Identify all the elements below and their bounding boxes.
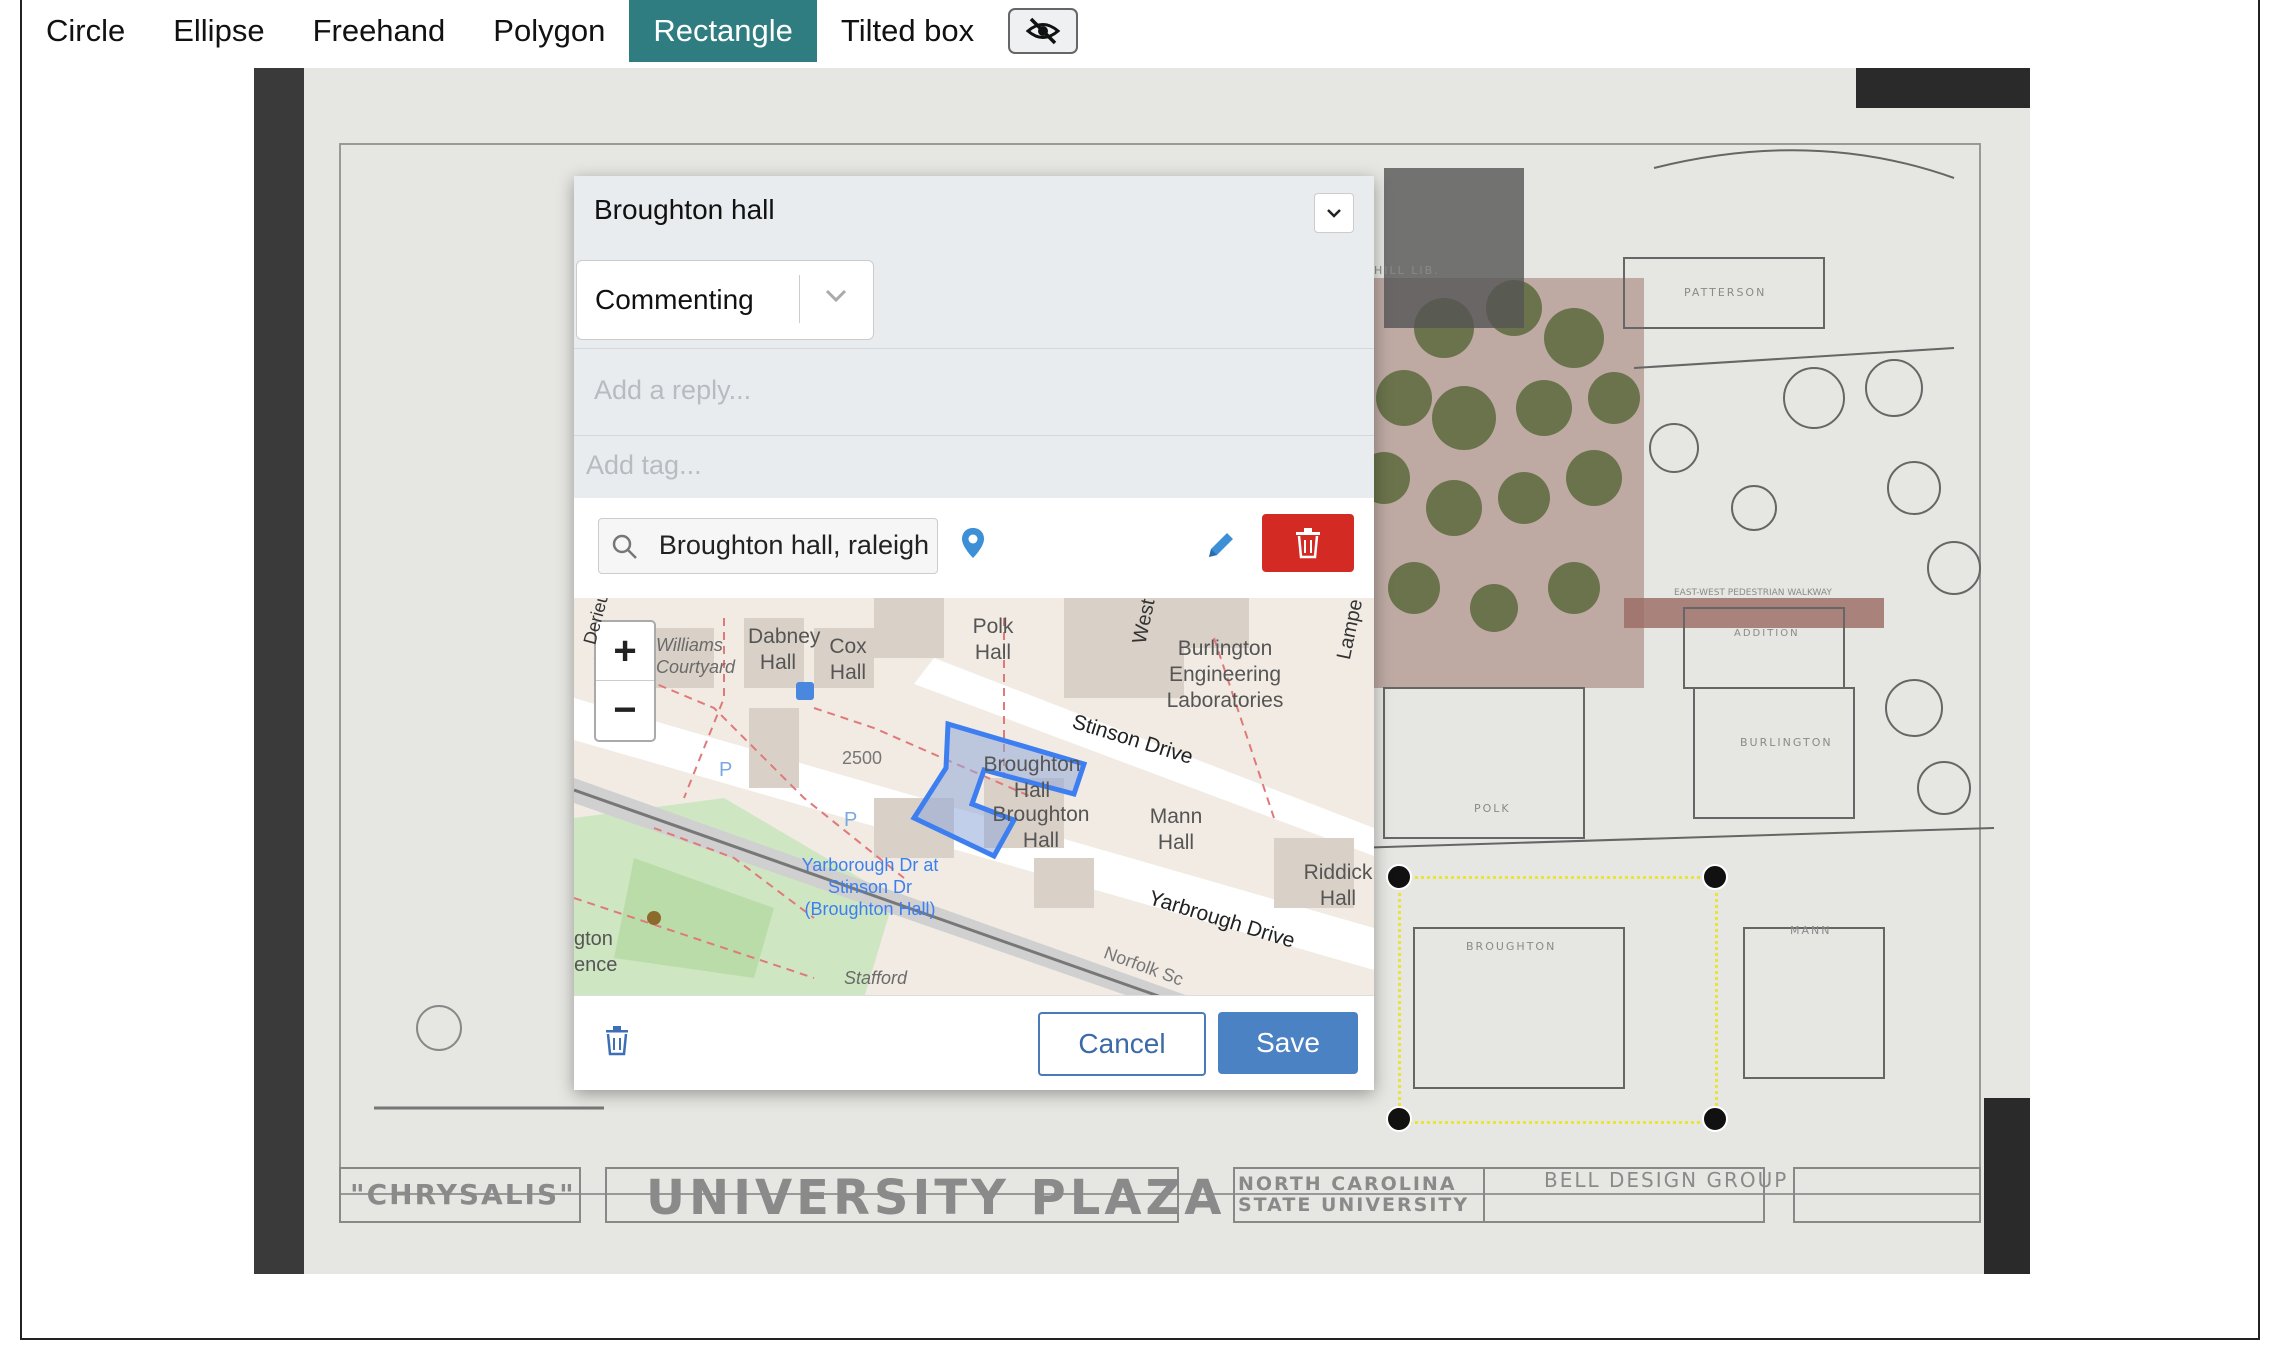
plan-walkway-label: EAST-WEST PEDESTRIAN WALKWAY bbox=[1674, 588, 1832, 598]
map-label-mann: Mann Hall bbox=[1149, 805, 1203, 854]
tool-freehand[interactable]: Freehand bbox=[289, 0, 470, 62]
purpose-row: Commenting bbox=[574, 260, 1374, 348]
delete-geotag-button[interactable] bbox=[1262, 514, 1354, 572]
geo-search-value: Broughton hall, raleigh bbox=[658, 530, 929, 560]
popup-header: Broughton hall bbox=[574, 176, 1374, 260]
popup-footer: Cancel Save bbox=[574, 995, 1374, 1090]
map-label-broughton-selected: Broughton Hall bbox=[983, 753, 1081, 802]
map-label-riddick: Riddick Hall bbox=[1303, 861, 1373, 910]
map-label-ence: ence bbox=[574, 954, 618, 976]
tool-polygon[interactable]: Polygon bbox=[469, 0, 629, 62]
map-label-cox: Cox Hall bbox=[829, 635, 867, 684]
plan-building-addition: ADDITION bbox=[1734, 628, 1800, 639]
map-label-broughton: Broughton Hall bbox=[992, 803, 1090, 852]
zoom-in-button[interactable]: + bbox=[596, 622, 654, 681]
svg-text:P: P bbox=[719, 759, 732, 781]
geotag-bar: Broughton hall, raleigh bbox=[574, 498, 1374, 598]
plan-firm: BELL DESIGN GROUP bbox=[1544, 1168, 1789, 1192]
map-label-2500: 2500 bbox=[842, 748, 883, 768]
tag-placeholder: Add tag... bbox=[586, 450, 702, 480]
map-zoom-control: + − bbox=[594, 620, 656, 742]
tag-field[interactable]: Add tag... bbox=[574, 435, 1374, 498]
plan-title-left: "CHRYSALIS" bbox=[350, 1178, 576, 1211]
resize-handle-bottom-left[interactable] bbox=[1386, 1106, 1412, 1132]
cancel-button[interactable]: Cancel bbox=[1038, 1012, 1206, 1076]
tool-ellipse[interactable]: Ellipse bbox=[149, 0, 288, 62]
purpose-select[interactable]: Commenting bbox=[576, 260, 874, 340]
resize-handle-top-right[interactable] bbox=[1702, 864, 1728, 890]
plan-building-patterson: PATTERSON bbox=[1684, 286, 1767, 299]
map-label-gton: gton bbox=[574, 928, 613, 950]
selection-rectangle[interactable] bbox=[1398, 876, 1718, 1124]
reply-placeholder: Add a reply... bbox=[594, 375, 752, 405]
map-label-williams: Williams Courtyard bbox=[656, 635, 736, 677]
plan-title-main: UNIVERSITY PLAZA bbox=[646, 1170, 1226, 1226]
plan-building-polk: POLK bbox=[1474, 802, 1511, 815]
map-label-burlington: Burlington Engineering Laboratories bbox=[1166, 637, 1284, 712]
trash-icon[interactable] bbox=[604, 1026, 630, 1056]
resize-handle-top-left[interactable] bbox=[1386, 864, 1412, 890]
zoom-out-button[interactable]: − bbox=[596, 681, 654, 739]
map-label-dabney: Dabney Hall bbox=[748, 625, 821, 674]
tool-tilted-box[interactable]: Tilted box bbox=[817, 0, 998, 62]
annotation-editor-popup: Broughton hall Commenting Add a reply...… bbox=[574, 176, 1374, 1090]
svg-text:P: P bbox=[844, 809, 857, 831]
chevron-down-icon bbox=[1327, 209, 1341, 218]
map-label-polk: Polk Hall bbox=[972, 615, 1014, 664]
reply-field[interactable]: Add a reply... bbox=[574, 348, 1374, 435]
geotag-map[interactable]: P P + − Derieu Williams Courtyard Dabney… bbox=[574, 598, 1374, 998]
chevron-down-icon bbox=[825, 289, 847, 303]
plan-building-hill-lib: HILL LIB. bbox=[1374, 264, 1440, 277]
map-pin-icon[interactable] bbox=[960, 526, 986, 560]
annotation-title: Broughton hall bbox=[594, 194, 775, 225]
save-button[interactable]: Save bbox=[1218, 1012, 1358, 1074]
geo-search-input[interactable]: Broughton hall, raleigh bbox=[598, 518, 938, 574]
tool-circle[interactable]: Circle bbox=[22, 0, 149, 62]
plan-building-mann: MANN bbox=[1790, 924, 1832, 937]
select-separator bbox=[799, 275, 800, 323]
map-label-stafford: Stafford bbox=[844, 968, 908, 988]
purpose-value: Commenting bbox=[595, 284, 754, 315]
plan-university: NORTH CAROLINA STATE UNIVERSITY bbox=[1238, 1173, 1470, 1216]
map-label-bus-stop: Yarborough Dr at Stinson Dr (Broughton H… bbox=[801, 855, 939, 919]
plan-building-burlington: BURLINGTON bbox=[1740, 736, 1833, 749]
search-icon bbox=[612, 534, 637, 559]
toggle-visibility-button[interactable] bbox=[1008, 8, 1079, 54]
shape-toolbar: Circle Ellipse Freehand Polygon Rectangl… bbox=[22, 0, 1079, 62]
collapse-button[interactable] bbox=[1314, 193, 1354, 233]
pencil-icon[interactable] bbox=[1204, 528, 1238, 562]
tool-rectangle[interactable]: Rectangle bbox=[629, 0, 817, 62]
trash-icon bbox=[1296, 528, 1320, 559]
resize-handle-bottom-right[interactable] bbox=[1702, 1106, 1728, 1132]
eye-slash-icon bbox=[1025, 17, 1061, 45]
